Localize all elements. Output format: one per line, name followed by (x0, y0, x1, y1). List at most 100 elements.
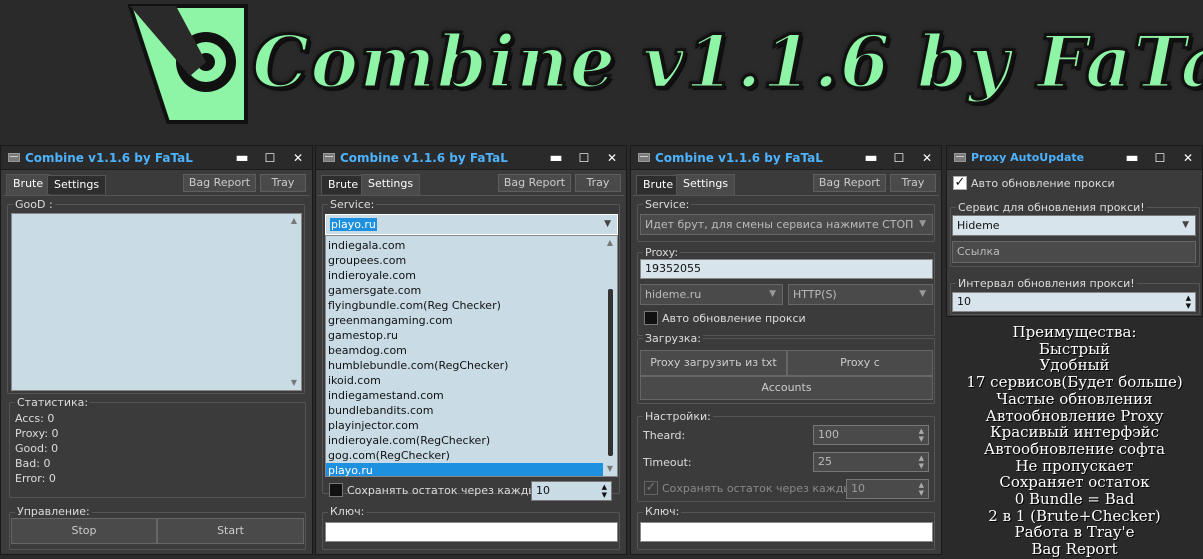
spin-arrows-icon[interactable]: ▲ ▼ (602, 483, 607, 499)
spin-arrows-icon[interactable]: ▲ ▼ (1186, 294, 1191, 310)
options-label: Настройки: (643, 410, 713, 423)
proxy-service-select[interactable]: Hideme ▼ (952, 215, 1196, 236)
interval-spinner[interactable]: 10 ▲ ▼ (952, 292, 1196, 312)
proxy-count-field[interactable]: 19352055 (640, 259, 933, 279)
spin-arrows-icon[interactable]: ▲ ▼ (919, 454, 924, 470)
service-option[interactable]: indieroyale.com(RegChecker) (326, 433, 617, 448)
window-title: Combine v1.1.6 by FaTaL (25, 150, 193, 165)
good-list[interactable]: ▲ ▼ (11, 213, 302, 391)
tab-brute[interactable]: Brute (636, 175, 681, 194)
service-option[interactable]: humblebundle.com(RegChecker) (326, 358, 617, 373)
advantage-item: Частые обновления (996, 389, 1153, 408)
tab-brute[interactable]: Brute (6, 174, 51, 195)
tab-settings[interactable]: Settings (47, 175, 107, 194)
maximize-button[interactable]: ☐ (570, 146, 598, 170)
close-button[interactable]: ✕ (913, 146, 941, 170)
close-button[interactable]: ✕ (1174, 146, 1202, 170)
bag-report-button[interactable]: Bag Report (498, 174, 571, 192)
accounts-button[interactable]: Accounts (640, 376, 933, 400)
advantages-list: Преимущества: Быстрый Удобный 17 сервисов(Б… (946, 318, 1203, 559)
timeout-spinner[interactable]: 25 ▲ ▼ (813, 452, 929, 472)
service-option[interactable]: ikoid.com (326, 373, 617, 388)
bag-report-button[interactable]: Bag Report (183, 174, 256, 192)
scroll-up-icon[interactable]: ▲ (605, 238, 615, 248)
service-option[interactable]: flyingbundle.com(Reg Checker) (326, 298, 617, 313)
service-option[interactable]: playinjector.com (326, 418, 617, 433)
close-button[interactable]: ✕ (598, 146, 626, 170)
chevron-down-icon: ▼ (604, 219, 611, 229)
banner-title: Combine v1.1.6 by FaTaL (251, 19, 1203, 104)
service-option[interactable]: gamestop.ru (326, 328, 617, 343)
timeout-value: 25 (818, 455, 832, 468)
tray-button[interactable]: Tray (890, 174, 936, 192)
advantage-item: Не пропускает (1015, 456, 1134, 475)
load-hideme-button[interactable]: Proxy с hideme/bestproxies (787, 350, 933, 393)
service-dropdown-list[interactable]: indiegala.com groupees.com indieroyale.com… (325, 235, 618, 477)
brute-panel: GooD : ▲ ▼ Статистика: Accs: 0 Proxy: 0 … (3, 195, 310, 552)
service-option[interactable]: gamersgate.com (326, 283, 617, 298)
tab-brute[interactable]: Brute (321, 175, 366, 194)
maximize-button[interactable]: ☐ (256, 146, 284, 170)
minimize-button[interactable]: ▬ (1118, 146, 1146, 170)
stat-accs: Accs: 0 (15, 412, 55, 425)
service-select[interactable]: Идет брут, для смены сервиса нажмите СТО… (640, 214, 933, 235)
chevron-down-icon: ▼ (1182, 220, 1189, 230)
scroll-down-icon[interactable]: ▼ (605, 464, 615, 474)
scroll-thumb[interactable] (608, 289, 613, 456)
tab-settings[interactable]: Settings (361, 174, 421, 195)
start-button[interactable]: Start (157, 518, 304, 544)
service-option[interactable]: groupees.com (326, 253, 617, 268)
spin-arrows-icon[interactable]: ▲ ▼ (919, 481, 924, 497)
thread-label: Theard: (643, 429, 686, 442)
link-input[interactable]: Ссылка (952, 241, 1196, 263)
proxy-type-select[interactable]: HTTP(S) ▼ (788, 284, 933, 305)
minimize-button[interactable]: ▬ (228, 146, 256, 170)
scroll-down-icon[interactable]: ▼ (289, 378, 299, 388)
app-icon (8, 153, 20, 162)
proxy-source-select[interactable]: hideme.ru ▼ (640, 284, 783, 305)
good-label: GooD : (13, 198, 55, 211)
chevron-down-icon: ▼ (919, 289, 926, 299)
spin-arrows-icon[interactable]: ▲ ▼ (919, 427, 924, 443)
close-button[interactable]: ✕ (284, 146, 312, 170)
key-input[interactable] (325, 522, 618, 542)
bag-report-button[interactable]: Bag Report (813, 174, 886, 192)
stop-button[interactable]: Stop (11, 518, 157, 544)
proxy-label: Proxy: (643, 246, 681, 259)
advantage-item: 2 в 1 (Brute+Checker) (988, 506, 1161, 525)
service-option[interactable]: indiegala.com (326, 238, 617, 253)
maximize-button[interactable]: ☐ (885, 146, 913, 170)
minimize-button[interactable]: ▬ (857, 146, 885, 170)
auto-update-checkbox[interactable]: ✓ (953, 176, 967, 190)
auto-update-checkbox[interactable] (644, 311, 658, 325)
service-scrollbar[interactable]: ▲ ▼ (603, 236, 617, 476)
service-option[interactable]: gog.com(RegChecker) (326, 448, 617, 463)
scroll-up-icon[interactable]: ▲ (289, 216, 299, 226)
key-input[interactable] (640, 522, 933, 542)
service-select[interactable]: playo.ru ▼ (325, 214, 618, 235)
service-option[interactable]: indieroyale.com (326, 268, 617, 283)
tray-button[interactable]: Tray (260, 174, 306, 192)
service-option[interactable]: playo.ru (326, 463, 617, 476)
stat-error: Error: 0 (15, 472, 56, 485)
service-option[interactable]: greenmangaming.com (326, 313, 617, 328)
app-icon (954, 153, 966, 162)
save-rest-spinner[interactable]: 10 ▲ ▼ (846, 479, 929, 499)
service-option[interactable]: indiegamestand.com (326, 388, 617, 403)
advantage-item: Автообновление софта (983, 439, 1166, 458)
stat-good: Good: 0 (15, 442, 59, 455)
service-option[interactable]: beamdog.com (326, 343, 617, 358)
minimize-button[interactable]: ▬ (542, 146, 570, 170)
thread-spinner[interactable]: 100 ▲ ▼ (813, 425, 929, 445)
save-rest-spinner[interactable]: 10 ▲ ▼ (531, 481, 612, 501)
maximize-button[interactable]: ☐ (1146, 146, 1174, 170)
tab-settings[interactable]: Settings (676, 174, 736, 195)
service-option[interactable]: bundlebandits.com (326, 403, 617, 418)
save-rest-checkbox[interactable] (329, 483, 343, 497)
save-rest-checkbox[interactable]: ✓ (644, 481, 658, 495)
load-txt-button[interactable]: Proxy загрузить из txt (640, 350, 787, 376)
good-scrollbar[interactable]: ▲ ▼ (287, 214, 301, 390)
save-rest-label: Сохранять остаток через каждые (662, 482, 859, 495)
settings-panel: Service: playo.ru ▼ indiegala.com groupee… (318, 195, 624, 552)
tray-button[interactable]: Tray (575, 174, 621, 192)
